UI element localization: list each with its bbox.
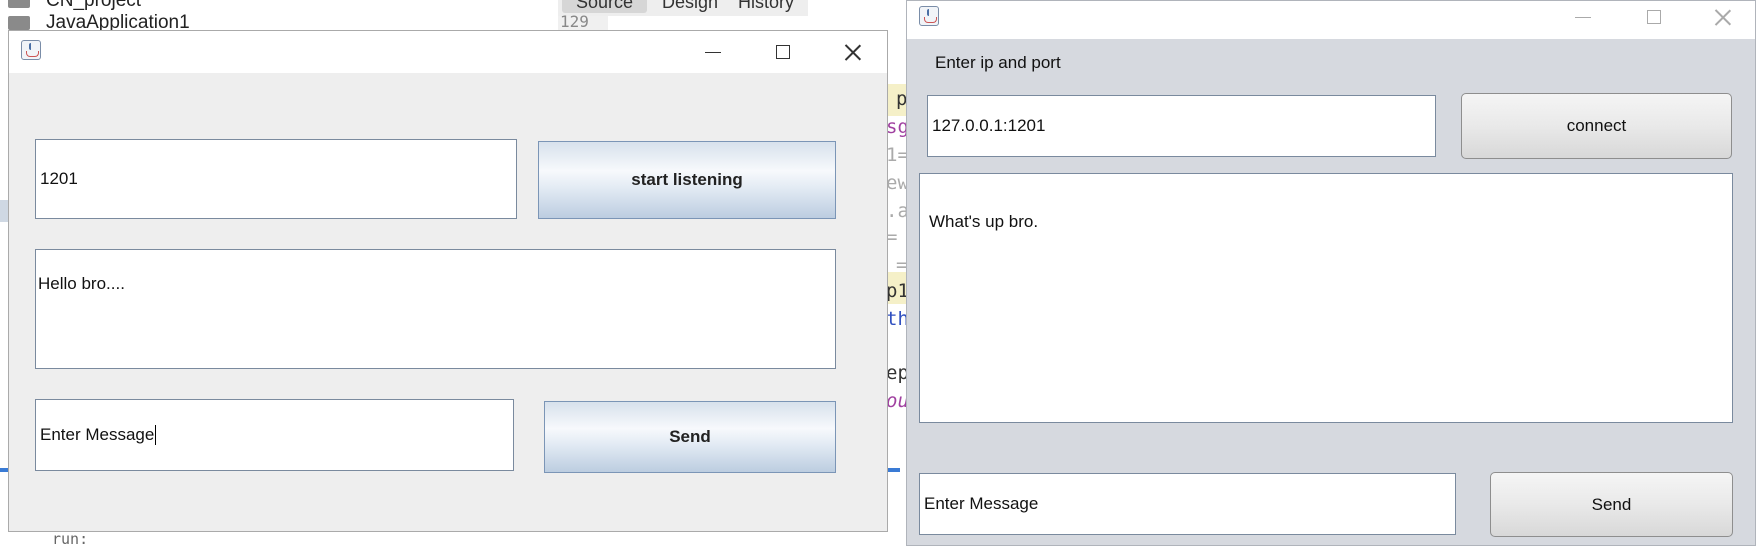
navigator-strip <box>0 200 8 222</box>
received-messages-area[interactable]: What's up bro. <box>919 173 1733 423</box>
editor-tab-bar: Source Design History <box>558 0 808 16</box>
send-button[interactable]: Send <box>544 401 836 473</box>
tab-design[interactable]: Design <box>662 0 718 13</box>
java-cup-icon <box>919 6 939 26</box>
minimize-icon[interactable] <box>699 38 727 66</box>
received-messages-area[interactable]: Hello bro.... <box>35 249 836 369</box>
ip-port-label: Enter ip and port <box>935 53 1061 72</box>
port-field[interactable]: 1201 <box>35 139 517 219</box>
address-field[interactable]: 127.0.0.1:1201 <box>927 95 1436 157</box>
project-tree-item[interactable]: CN_project <box>46 0 141 12</box>
text-caret <box>155 425 157 445</box>
server-title-bar <box>9 31 887 73</box>
client-window: Enter ip and port 127.0.0.1:1201 connect… <box>906 0 1756 546</box>
send-button[interactable]: Send <box>1490 472 1733 537</box>
start-listening-button[interactable]: start listening <box>538 141 836 219</box>
java-cup-icon <box>21 40 41 60</box>
message-input[interactable]: Enter Message <box>919 473 1456 535</box>
close-icon[interactable] <box>1709 3 1737 31</box>
message-input[interactable]: Enter Message <box>35 399 514 471</box>
console-output: run: <box>52 530 89 548</box>
minimize-icon[interactable] <box>1569 3 1597 31</box>
maximize-icon[interactable] <box>1640 3 1668 31</box>
client-title-bar <box>907 1 1755 39</box>
close-icon[interactable] <box>839 38 867 66</box>
maximize-icon[interactable] <box>769 38 797 66</box>
folder-icon <box>8 16 30 30</box>
tab-history[interactable]: History <box>738 0 794 13</box>
connect-button[interactable]: connect <box>1461 93 1732 159</box>
message-input-text: Enter Message <box>40 425 155 444</box>
folder-icon <box>8 0 30 8</box>
line-number: 129 <box>560 12 589 31</box>
server-window: 1201 start listening Hello bro.... Enter… <box>8 30 888 532</box>
